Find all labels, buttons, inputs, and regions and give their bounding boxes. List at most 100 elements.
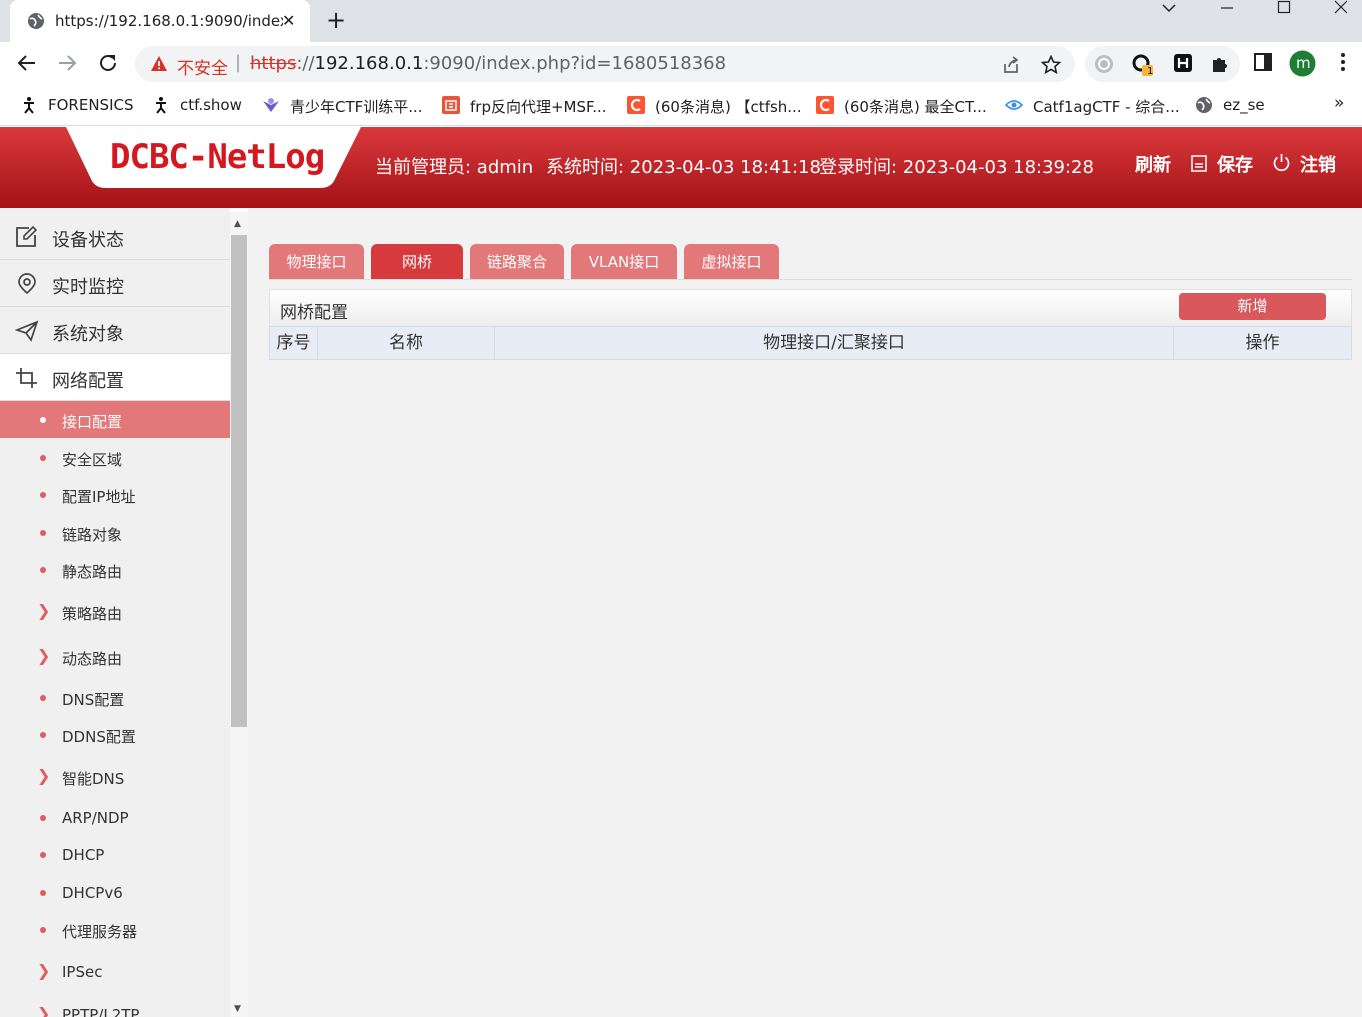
sidebar-subitem[interactable]: 接口配置 [0,401,230,438]
extension-h-icon[interactable] [1174,54,1192,72]
sidebar-item-label: 设备状态 [52,230,124,251]
sidebar-subitem[interactable]: ❯ PPTP/L2TP [0,996,230,1017]
sidebar-subitem[interactable]: ❯ 动态路由 [0,638,230,675]
chevron-right-icon: ❯ [37,766,51,785]
url-rest: :9090/index.php?id=1680518368 [423,53,727,74]
browser-tab[interactable]: https://192.168.0.1:9090/index ✕ [10,0,310,42]
url-scheme: https [250,53,297,74]
sidebar-subitem[interactable]: ❯ 策略路由 [0,593,230,630]
subitem-label: 动态路由 [62,650,123,668]
browser-toolbar: 不安全 | https://192.168.0.1:9090/index.php… [0,42,1362,86]
extensions-puzzle-icon[interactable] [1210,54,1230,74]
close-window-icon[interactable] [1326,0,1356,20]
side-panel-icon[interactable] [1253,52,1273,72]
bullet-icon [40,852,46,858]
address-bar[interactable]: 不安全 | https://192.168.0.1:9090/index.php… [135,46,1075,82]
sidebar-subitem[interactable]: DNS配置 [0,679,230,716]
subitem-label: 智能DNS [62,770,125,788]
send-icon [15,320,39,342]
tab-virtual-interface[interactable]: 虚拟接口 [684,244,779,280]
sidebar-subitem[interactable]: ❯ 智能DNS [0,758,230,795]
tab-title: https://192.168.0.1:9090/index [55,12,283,30]
tab-physical-interface[interactable]: 物理接口 [269,244,364,280]
save-button[interactable]: 保存 [1217,151,1253,177]
extensions-area: 1 [1085,46,1240,82]
chevron-right-icon: ❯ [37,646,51,665]
tab-close-icon[interactable]: ✕ [282,11,295,30]
menu-kebab-icon[interactable] [1333,52,1353,72]
new-tab-button[interactable]: + [326,7,346,33]
subitem-label: 配置IP地址 [62,488,136,506]
csdn-icon [627,96,645,114]
sidebar-subitem[interactable]: ARP/NDP [0,799,230,836]
security-label[interactable]: 不安全 [177,54,228,79]
sidebar-subitem[interactable]: DHCPv6 [0,874,230,911]
app-header: DCBC-NetLog 当前管理员: admin 系统时间: 2023-04-0… [0,127,1362,208]
url-sep: :// [296,53,315,74]
sidebar: 设备状态 实时监控 系统对象 网络配置 接口配置 安全区域 配置IP地址 链路对… [0,208,230,1017]
browser-tabstrip: https://192.168.0.1:9090/index ✕ + [0,0,1362,42]
bullet-icon [40,695,46,701]
bullet-icon [40,417,46,423]
maximize-icon[interactable] [1269,0,1299,20]
sidebar-subitem[interactable]: 代理服务器 [0,911,230,948]
column-header-actions[interactable]: 操作 [1174,327,1351,359]
tabs-divider [269,279,1352,280]
globe-icon [1195,96,1213,114]
sidebar-item-system-objects[interactable]: 系统对象 [0,307,230,354]
back-icon[interactable] [16,52,38,74]
chevron-right-icon: ❯ [37,601,51,620]
extension-puzzle-gray-icon[interactable] [1094,54,1114,74]
bookmarks-bar: FORENSICS ctf.show 青少年CTF训练平... frp反向代理+… [0,86,1362,126]
bookmark-label: frp反向代理+MSF... [470,98,607,116]
column-header-index[interactable]: 序号 [270,327,318,359]
crop-icon [15,367,39,389]
minimize-icon[interactable] [1212,0,1242,20]
sidebar-subitem[interactable]: 安全区域 [0,439,230,476]
sidebar-subitem[interactable]: 配置IP地址 [0,476,230,513]
sidebar-subitem[interactable]: 链路对象 [0,514,230,551]
column-header-interfaces[interactable]: 物理接口/汇聚接口 [495,327,1174,359]
sidebar-item-realtime-monitor[interactable]: 实时监控 [0,260,230,307]
sidebar-item-device-status[interactable]: 设备状态 [0,213,230,260]
url-text[interactable]: https://192.168.0.1:9090/index.php?id=16… [250,53,726,74]
table-header: 序号 名称 物理接口/汇聚接口 操作 [269,326,1352,360]
scroll-down-icon[interactable]: ▼ [234,1004,241,1014]
sidebar-subitem[interactable]: ❯ IPSec [0,953,230,990]
refresh-button[interactable]: 刷新 [1135,151,1171,177]
warning-icon[interactable] [150,55,168,72]
bullet-icon [40,530,46,536]
bookmarks-overflow-button[interactable]: » [1334,93,1344,113]
globe-icon [27,12,45,30]
tab-link-aggregation[interactable]: 链路聚合 [470,244,564,280]
eye-icon [1005,96,1023,114]
logout-button[interactable]: 注销 [1300,151,1336,177]
sidebar-subitem[interactable]: DDNS配置 [0,716,230,753]
power-icon[interactable] [1272,153,1291,172]
sidebar-subitem[interactable]: DHCP [0,836,230,873]
bookmark-label: FORENSICS [48,96,134,114]
share-icon[interactable] [1001,55,1021,75]
add-button[interactable]: 新增 [1179,293,1326,320]
scrollbar-thumb[interactable] [231,235,247,727]
forward-icon[interactable] [56,52,78,74]
sidebar-subitem[interactable]: 静态路由 [0,551,230,588]
emblem-icon [262,96,280,114]
tab-vlan-interface[interactable]: VLAN接口 [571,244,677,280]
system-time: 系统时间: 2023-04-03 18:41:18 [546,157,821,178]
sidebar-item-network-config[interactable]: 网络配置 [0,354,230,401]
subitem-label: 静态路由 [62,563,123,581]
url-host: 192.168.0.1 [314,53,424,74]
column-header-name[interactable]: 名称 [318,327,495,359]
bullet-icon [40,927,46,933]
sidebar-scrollbar[interactable]: ▲ ▼ [230,212,248,1017]
scroll-up-icon[interactable]: ▲ [234,219,241,229]
reload-icon[interactable] [97,52,119,74]
app-logo[interactable]: DCBC-NetLog [110,137,325,177]
tab-bridge[interactable]: 网桥 [371,244,463,280]
bookmark-star-icon[interactable] [1041,55,1061,75]
subitem-label: DHCP [62,846,105,864]
address-separator: | [235,52,242,73]
save-icon[interactable] [1191,155,1207,172]
tab-search-icon[interactable] [1154,0,1184,20]
